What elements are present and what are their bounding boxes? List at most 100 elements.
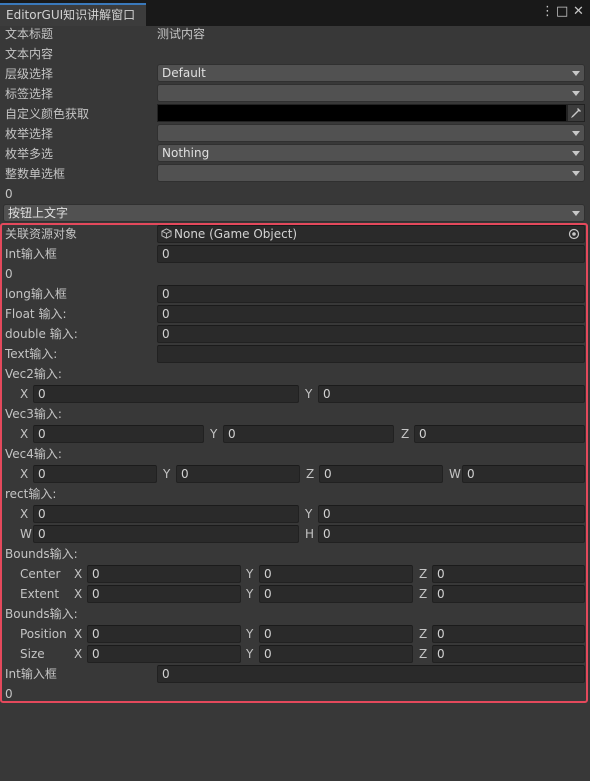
rect-x-field[interactable]: 0 [33, 505, 299, 523]
bounds-extent-z-label: Z [419, 587, 428, 601]
vec2-y-field[interactable]: 0 [318, 385, 585, 403]
vec3-z-label: Z [401, 427, 410, 441]
text-title-label: 文本标题 [5, 27, 54, 41]
chevron-down-icon [572, 71, 580, 76]
rect-x-label: X [20, 507, 29, 521]
bounds-position-x-label: X [74, 627, 83, 641]
vec2-x-field[interactable]: 0 [33, 385, 299, 403]
enum-mask-label: 枚举多选 [5, 147, 54, 161]
int-field-2-result: 0 [5, 687, 13, 701]
bounds-position-x-field[interactable]: 0 [87, 625, 241, 643]
vec3-x-label: X [20, 427, 29, 441]
bounds-extent-y-field[interactable]: 0 [259, 585, 413, 603]
chevron-down-icon [572, 151, 580, 156]
close-icon[interactable]: ✕ [573, 4, 584, 20]
enum-mask-dropdown[interactable]: Nothing [157, 144, 585, 162]
chevron-down-icon [572, 91, 580, 96]
chevron-down-icon [572, 171, 580, 176]
bounds-extent-z-field[interactable]: 0 [432, 585, 585, 603]
bounds-size-x-label: X [74, 647, 83, 661]
vec3-z-field[interactable]: 0 [414, 425, 585, 443]
float-field[interactable]: 0 [157, 305, 585, 323]
bounds-position-z-field[interactable]: 0 [432, 625, 585, 643]
bounds-extent-label: Extent [20, 587, 60, 601]
enum-dropdown[interactable] [157, 124, 585, 142]
vec3-x-field[interactable]: 0 [33, 425, 204, 443]
bounds-center-x-label: X [74, 567, 83, 581]
bounds-extent-x-label: X [74, 587, 83, 601]
more-options-icon[interactable]: ⋮ [541, 4, 554, 20]
eyedropper-icon [571, 108, 581, 118]
double-field-label: double 输入: [5, 327, 78, 341]
double-field[interactable]: 0 [157, 325, 585, 343]
bounds-position-y-label: Y [246, 627, 254, 641]
vec2-y-label: Y [305, 387, 313, 401]
int-field-result: 0 [5, 267, 13, 281]
vec4-z-field[interactable]: 0 [319, 465, 443, 483]
enum-field-label: 枚举选择 [5, 127, 54, 141]
object-field-label: 关联资源对象 [5, 227, 78, 241]
chevron-down-icon [572, 131, 580, 136]
int-popup-label: 整数单选框 [5, 167, 66, 181]
bounds-center-z-label: Z [419, 567, 428, 581]
eyedropper-button[interactable] [567, 104, 585, 122]
int-popup-result: 0 [5, 187, 13, 201]
bounds-field-label: Bounds输入: [5, 547, 78, 561]
rect-y-label: Y [305, 507, 313, 521]
long-field-label: long输入框 [5, 287, 67, 301]
object-picker-icon[interactable] [568, 228, 580, 240]
bounds-center-y-label: Y [246, 567, 254, 581]
bounds-center-y-field[interactable]: 0 [259, 565, 413, 583]
rect-w-field[interactable]: 0 [33, 525, 299, 543]
maximize-icon[interactable]: □ [556, 4, 568, 20]
dropdown-button-label: 按钮上文字 [8, 206, 69, 220]
vec4-w-field[interactable]: 0 [462, 465, 585, 483]
bounds-center-x-field[interactable]: 0 [87, 565, 241, 583]
int-field-label: Int输入框 [5, 247, 57, 261]
rect-y-field[interactable]: 0 [318, 505, 585, 523]
bounds-position-z-label: Z [419, 627, 428, 641]
color-field[interactable] [157, 104, 567, 122]
bounds-size-label: Size [20, 647, 45, 661]
bounds-position-y-field[interactable]: 0 [259, 625, 413, 643]
vec2-x-label: X [20, 387, 29, 401]
bounds-size-x-field[interactable]: 0 [87, 645, 241, 663]
window-tab[interactable]: EditorGUI知识讲解窗口 [0, 3, 146, 26]
vec4-y-field[interactable]: 0 [176, 465, 300, 483]
vec2-field-label: Vec2输入: [5, 367, 62, 381]
vec3-y-field[interactable]: 0 [223, 425, 394, 443]
vec3-field-label: Vec3输入: [5, 407, 62, 421]
int-field-2[interactable]: 0 [157, 665, 585, 683]
text-title-value: 测试内容 [157, 27, 206, 41]
rect-field-label: rect输入: [5, 487, 57, 501]
rect-w-label: W [20, 527, 32, 541]
bounds-center-z-field[interactable]: 0 [432, 565, 585, 583]
int-field[interactable]: 0 [157, 245, 585, 263]
chevron-down-icon [572, 211, 580, 216]
bounds-size-y-field[interactable]: 0 [259, 645, 413, 663]
enum-mask-value: Nothing [162, 146, 210, 160]
vec4-x-label: X [20, 467, 29, 481]
tag-field-label: 标签选择 [5, 87, 54, 101]
int-field-2-label: Int输入框 [5, 667, 57, 681]
int-popup-dropdown[interactable] [157, 164, 585, 182]
bounds-size-z-label: Z [419, 647, 428, 661]
bounds-size-y-label: Y [246, 647, 254, 661]
layer-dropdown-value: Default [162, 66, 206, 80]
vec4-x-field[interactable]: 0 [33, 465, 157, 483]
tag-dropdown[interactable] [157, 84, 585, 102]
object-field[interactable]: None (Game Object) [157, 225, 585, 243]
long-field[interactable]: 0 [157, 285, 585, 303]
vec4-z-label: Z [306, 467, 315, 481]
gameobject-icon [161, 228, 172, 239]
text-content-label: 文本内容 [5, 47, 54, 61]
vec4-field-label: Vec4输入: [5, 447, 62, 461]
dropdown-button[interactable]: 按钮上文字 [3, 204, 585, 222]
bounds-extent-x-field[interactable]: 0 [87, 585, 241, 603]
bounds-size-z-field[interactable]: 0 [432, 645, 585, 663]
layer-dropdown[interactable]: Default [157, 64, 585, 82]
rect-h-field[interactable]: 0 [318, 525, 585, 543]
text-field[interactable] [157, 345, 585, 363]
bounds-extent-y-label: Y [246, 587, 254, 601]
bounds-center-label: Center [20, 567, 61, 581]
